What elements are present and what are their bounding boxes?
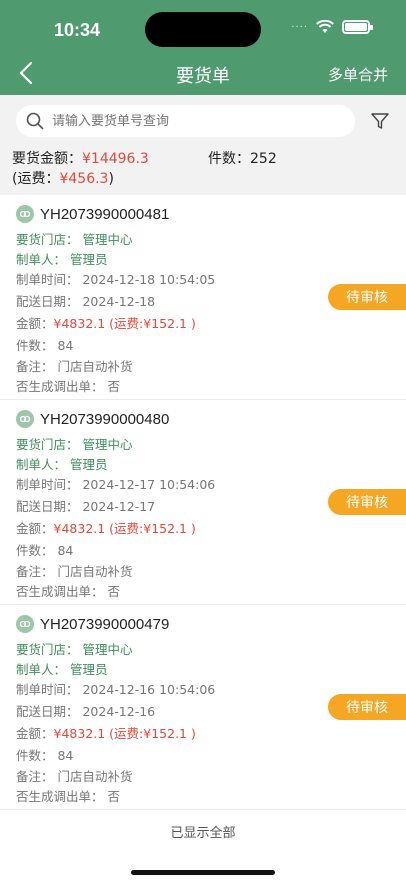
order-card[interactable]: YH2073990000481 要货门店： 管理中心 制单人： 管理员 制单时间… — [0, 195, 406, 400]
order-number: YH2073990000479 — [40, 615, 170, 633]
order-transfer-flag: 否生成调出单： 否 — [16, 789, 120, 804]
summary-pieces-label: 件数： — [208, 151, 250, 167]
order-creator: 制单人： 管理员 — [16, 252, 108, 267]
summary-freight-value: ¥456.3 — [59, 171, 109, 187]
summary-amount-value: ¥14496.3 — [82, 151, 149, 167]
order-remark: 备注： 门店自动补货 — [16, 359, 133, 374]
merge-orders-button[interactable]: 多单合并 — [328, 64, 388, 85]
summary-amount-label: 要货金额： — [12, 151, 82, 167]
order-remark: 备注： 门店自动补货 — [16, 564, 133, 579]
order-badge-icon — [16, 615, 34, 633]
order-pieces: 件数： 84 — [16, 338, 74, 353]
status-icons: ···· — [291, 20, 373, 34]
status-badge-pending[interactable]: 待审核 — [328, 284, 406, 310]
order-amount: ¥4832.1 (运费:¥152.1 ) — [53, 726, 196, 741]
order-summary: 要货金额： ¥14496.3 件数：252 (运费：¥456.3) — [12, 149, 277, 189]
status-time: 10:34 — [54, 20, 101, 40]
battery-icon — [342, 20, 373, 34]
order-pieces: 件数： 84 — [16, 748, 74, 763]
order-card[interactable]: YH2073990000479 要货门店： 管理中心 制单人： 管理员 制单时间… — [0, 605, 406, 810]
order-store: 要货门店： 管理中心 — [16, 642, 133, 657]
order-number: YH2073990000481 — [40, 205, 170, 223]
order-amount-label: 金额： — [16, 726, 54, 741]
list-end-message: 已显示全部 — [170, 826, 236, 841]
order-amount: ¥4832.1 (运费:¥152.1 ) — [53, 521, 196, 536]
wifi-icon — [316, 20, 334, 33]
search-box[interactable] — [16, 105, 355, 137]
filter-icon[interactable] — [370, 111, 390, 131]
order-pieces: 件数： 84 — [16, 543, 74, 558]
order-created-time: 制单时间： 2024-12-17 10:54:06 — [16, 477, 216, 492]
order-amount: ¥4832.1 (运费:¥152.1 ) — [53, 316, 196, 331]
order-card[interactable]: YH2073990000480 要货门店： 管理中心 制单人： 管理员 制单时间… — [0, 400, 406, 605]
order-created-time: 制单时间： 2024-12-16 10:54:06 — [16, 682, 216, 697]
order-delivery-date: 配送日期： 2024-12-18 — [16, 294, 156, 309]
order-created-time: 制单时间： 2024-12-18 10:54:05 — [16, 272, 216, 287]
search-summary-area: 要货金额： ¥14496.3 件数：252 (运费：¥456.3) — [0, 95, 406, 195]
summary-pieces-value: 252 — [250, 151, 277, 167]
status-badge-pending[interactable]: 待审核 — [328, 489, 406, 515]
order-transfer-flag: 否生成调出单： 否 — [16, 584, 120, 599]
order-badge-icon — [16, 410, 34, 428]
order-creator: 制单人： 管理员 — [16, 457, 108, 472]
order-badge-icon — [16, 205, 34, 223]
order-number: YH2073990000480 — [40, 410, 170, 428]
order-store: 要货门店： 管理中心 — [16, 437, 133, 452]
order-list: YH2073990000481 要货门店： 管理中心 制单人： 管理员 制单时间… — [0, 195, 406, 810]
summary-freight-suffix: ) — [108, 171, 114, 187]
order-remark: 备注： 门店自动补货 — [16, 769, 133, 784]
order-delivery-date: 配送日期： 2024-12-17 — [16, 499, 156, 514]
status-badge-pending[interactable]: 待审核 — [328, 694, 406, 720]
order-amount-label: 金额： — [16, 316, 54, 331]
order-transfer-flag: 否生成调出单： 否 — [16, 379, 120, 394]
order-delivery-date: 配送日期： 2024-12-16 — [16, 704, 156, 719]
dynamic-island — [145, 12, 261, 47]
order-store: 要货门店： 管理中心 — [16, 232, 133, 247]
signal-dots-icon: ···· — [291, 21, 308, 33]
order-creator: 制单人： 管理员 — [16, 662, 108, 677]
search-input[interactable] — [52, 113, 332, 129]
search-icon — [26, 112, 44, 130]
order-amount-label: 金额： — [16, 521, 54, 536]
home-indicator[interactable] — [131, 870, 275, 875]
summary-freight-prefix: (运费： — [12, 171, 60, 187]
app-header: 10:34 ···· 要货单 多单合并 — [0, 0, 406, 95]
